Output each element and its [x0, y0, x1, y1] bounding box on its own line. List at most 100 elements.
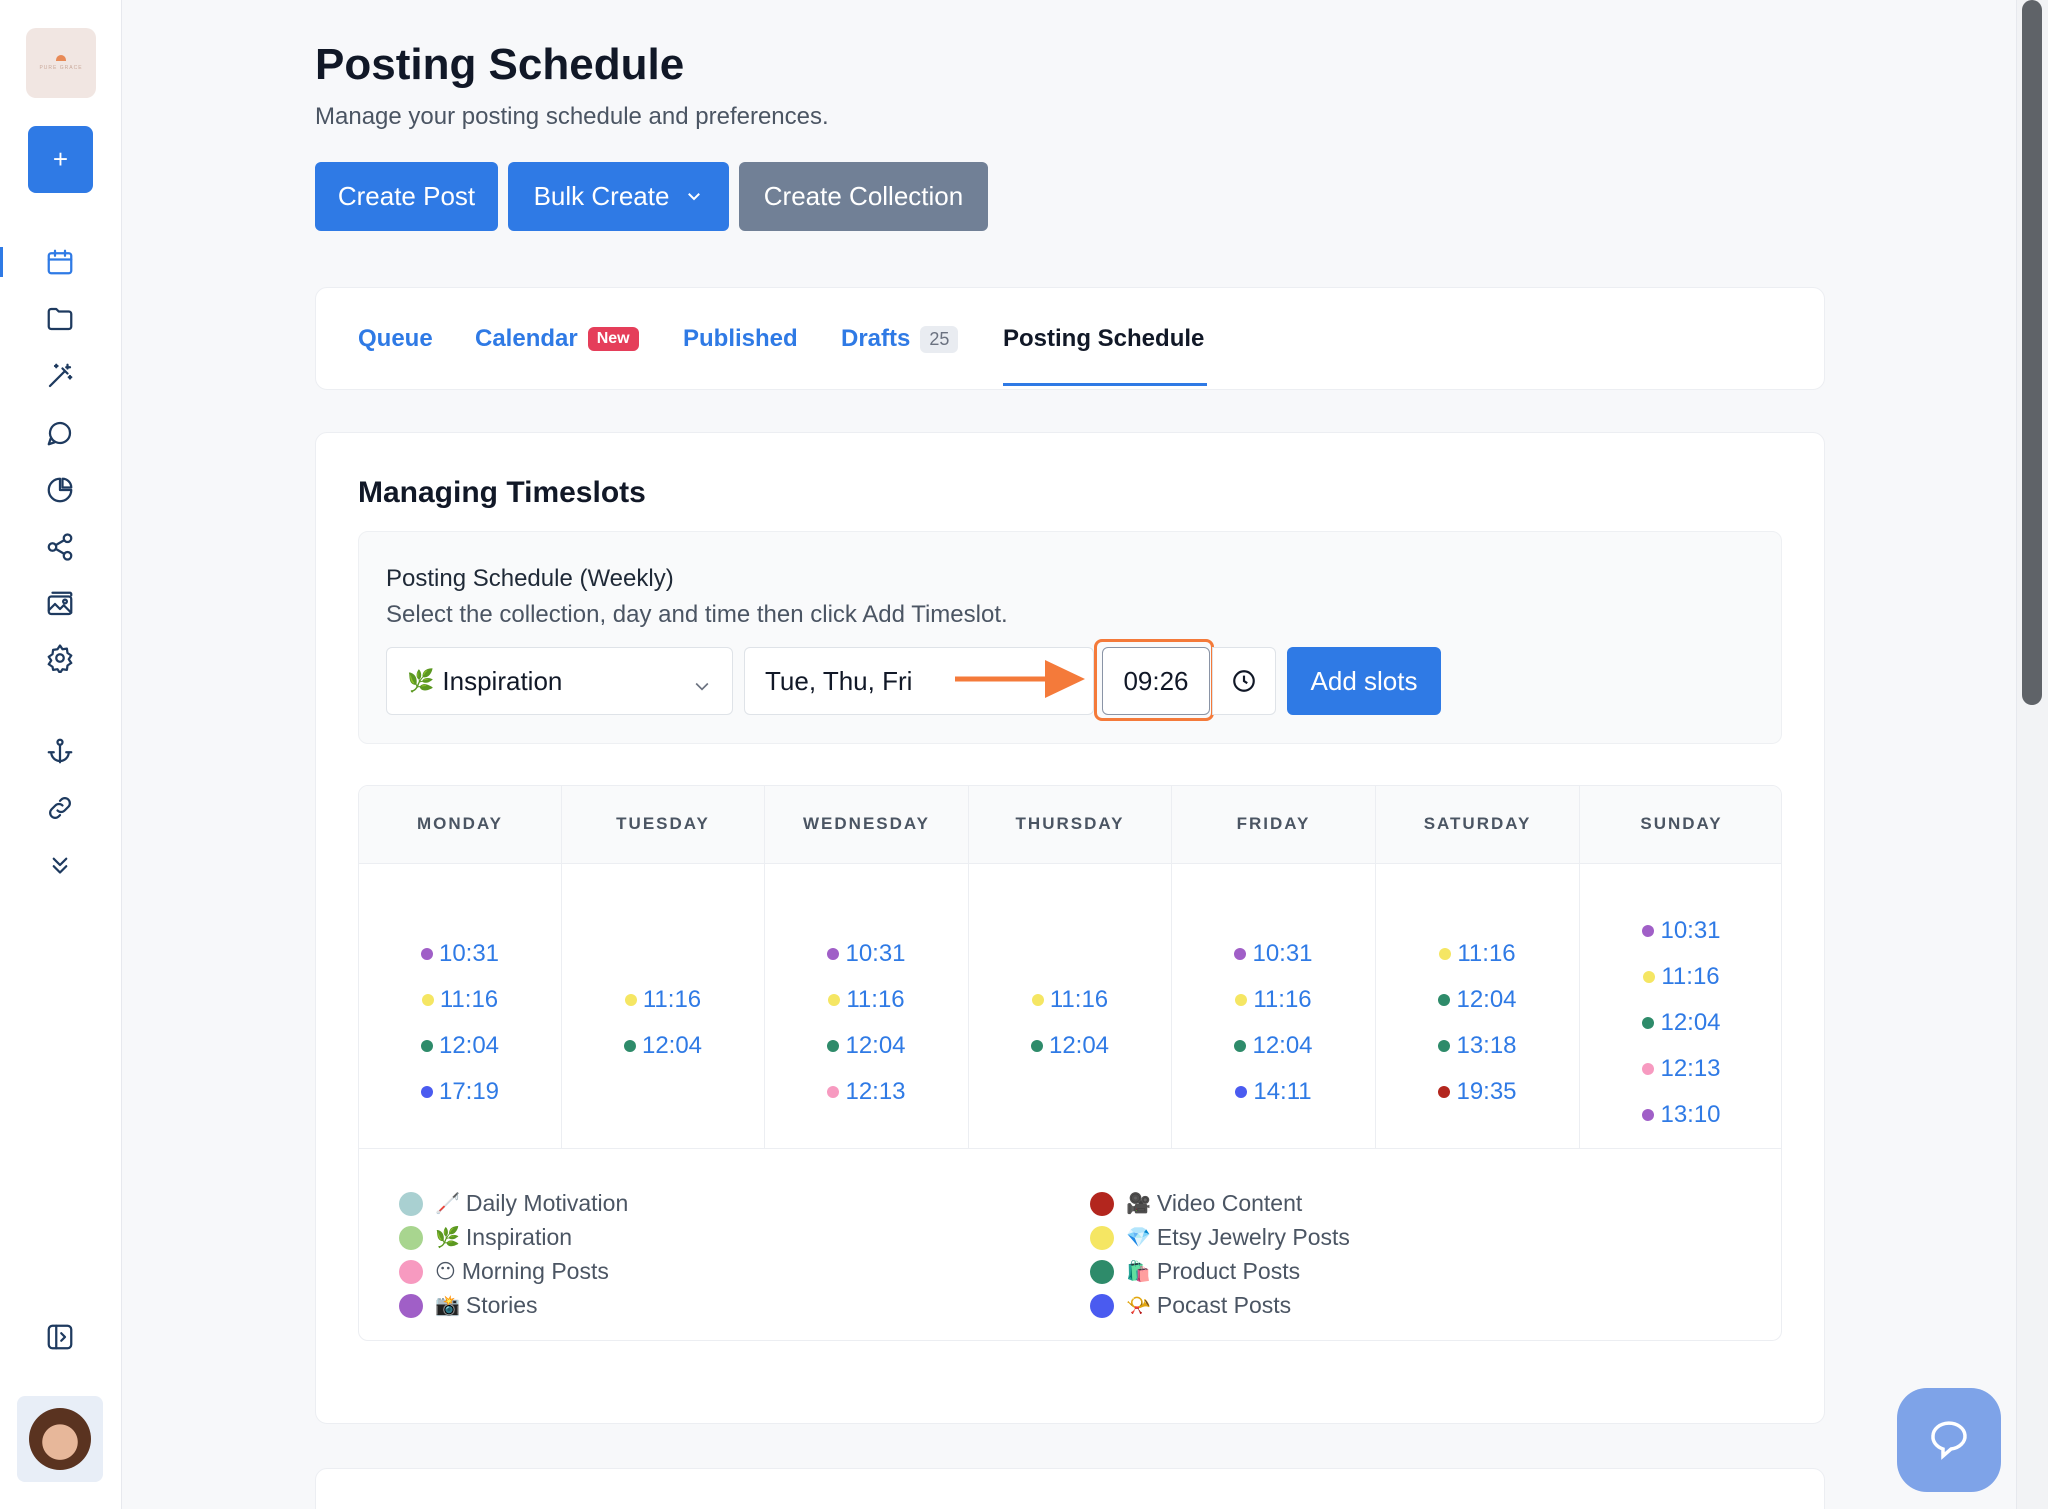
- day-header: THURSDAY: [1015, 814, 1125, 833]
- timeslot[interactable]: 12:04: [969, 1032, 1171, 1060]
- collection-color-dot: [1030, 1040, 1043, 1052]
- timeslot[interactable]: 12:04: [359, 1032, 561, 1060]
- brand-logo[interactable]: PURE GRACE: [26, 28, 96, 98]
- timeslot[interactable]: 17:19: [359, 1078, 561, 1106]
- timeslot[interactable]: 12:04: [562, 1032, 764, 1060]
- timeslot[interactable]: 11:16: [359, 986, 561, 1014]
- tab-published[interactable]: Published: [683, 325, 798, 353]
- collection-color-dot: [1031, 994, 1044, 1006]
- arrow-annotation-icon: [955, 660, 1085, 698]
- timeslot-time: 12:04: [1660, 1009, 1721, 1036]
- tab-posting-schedule[interactable]: Posting Schedule: [1003, 325, 1204, 353]
- chat-icon[interactable]: [40, 413, 80, 453]
- legend-color-dot: [399, 1293, 423, 1318]
- legend-label: Morning Posts: [461, 1258, 609, 1284]
- collection-color-dot: [1438, 1086, 1451, 1098]
- legend-color-dot: [1090, 1225, 1114, 1250]
- media-library-icon[interactable]: [40, 584, 80, 624]
- timeslot[interactable]: 11:16: [765, 986, 968, 1014]
- time-input[interactable]: 09:26: [1102, 647, 1210, 715]
- timeslot-time: 12:04: [438, 1032, 500, 1059]
- anchor-icon[interactable]: [40, 731, 80, 771]
- user-avatar[interactable]: [17, 1396, 103, 1482]
- day-column-tuesday: TUESDAY 11:16 12:04: [562, 786, 765, 1148]
- add-slots-button[interactable]: Add slots: [1287, 647, 1441, 715]
- legend-label: Video Content: [1156, 1190, 1303, 1216]
- collection-color-dot: [1235, 1086, 1248, 1098]
- timeslot[interactable]: 14:11: [1172, 1078, 1375, 1106]
- timeslot-time: 11:16: [439, 986, 499, 1013]
- timeslot[interactable]: 11:16: [1376, 940, 1579, 968]
- chevron-down-icon: [692, 672, 712, 703]
- timeslot-time: 12:04: [1456, 986, 1517, 1013]
- legend-item: 😶 Morning Posts: [399, 1258, 609, 1285]
- tab-queue[interactable]: Queue: [358, 325, 433, 353]
- timeslot-time: 13:10: [1660, 1101, 1721, 1128]
- new-post-button[interactable]: +: [28, 126, 93, 193]
- new-badge: New: [587, 327, 639, 351]
- timeslot[interactable]: 12:13: [1580, 1055, 1781, 1083]
- magic-wand-icon[interactable]: [40, 356, 80, 396]
- timeslot[interactable]: 19:35: [1376, 1078, 1579, 1106]
- timeslot[interactable]: 12:04: [1172, 1032, 1375, 1060]
- next-card: [315, 1468, 1825, 1509]
- legend-label: Daily Motivation: [465, 1190, 629, 1216]
- timeslot[interactable]: 13:18: [1376, 1032, 1579, 1060]
- analytics-pie-icon[interactable]: [40, 470, 80, 510]
- double-chevron-down-icon[interactable]: [40, 845, 80, 885]
- timeslot[interactable]: 10:31: [1172, 940, 1375, 968]
- scrollbar-thumb[interactable]: [2022, 0, 2042, 705]
- clock-icon[interactable]: [1212, 647, 1276, 715]
- legend-item: 🦯 Daily Motivation: [399, 1190, 628, 1217]
- timeslot[interactable]: 11:16: [1580, 963, 1781, 991]
- settings-gear-icon[interactable]: [40, 638, 80, 678]
- tab-calendar[interactable]: Calendar New: [475, 325, 639, 353]
- timeslot[interactable]: 13:10: [1580, 1101, 1781, 1129]
- share-icon[interactable]: [40, 527, 80, 567]
- timeslot-time: 11:16: [1457, 940, 1516, 967]
- folder-icon[interactable]: [40, 299, 80, 339]
- timeslot[interactable]: 10:31: [359, 940, 561, 968]
- legend-label: Pocast Posts: [1156, 1292, 1292, 1318]
- day-column-thursday: THURSDAY 11:16 12:04: [969, 786, 1172, 1148]
- timeslot-time: 12:04: [641, 1032, 703, 1059]
- support-chat-button[interactable]: [1897, 1388, 2001, 1492]
- collection-color-dot: [1642, 1063, 1655, 1075]
- bulk-create-button[interactable]: Bulk Create: [508, 162, 729, 231]
- timeslot[interactable]: 11:16: [1172, 986, 1375, 1014]
- collection-color-dot: [623, 1040, 636, 1052]
- timeslot[interactable]: 10:31: [1580, 917, 1781, 945]
- collection-color-dot: [1439, 948, 1452, 960]
- timeslot-time: 11:16: [642, 986, 702, 1013]
- create-collection-button[interactable]: Create Collection: [739, 162, 988, 231]
- day-header: WEDNESDAY: [803, 814, 930, 833]
- collection-color-dot: [1234, 1040, 1247, 1052]
- timeslot[interactable]: 11:16: [562, 986, 764, 1014]
- legend-item: 🛍️ Product Posts: [1090, 1258, 1300, 1285]
- collection-color-dot: [1642, 925, 1655, 937]
- section-title: Managing Timeslots: [358, 476, 646, 509]
- calendar-icon[interactable]: [40, 242, 80, 282]
- timeslot[interactable]: 10:31: [765, 940, 968, 968]
- collapse-sidebar-icon[interactable]: [40, 1317, 80, 1357]
- collection-color-dot: [827, 1086, 840, 1098]
- link-icon[interactable]: [40, 788, 80, 828]
- tab-drafts[interactable]: Drafts 25: [841, 325, 959, 353]
- timeslot-time: 11:16: [1253, 986, 1312, 1013]
- timeslot[interactable]: 12:13: [765, 1078, 968, 1106]
- legend-color-dot: [399, 1191, 423, 1216]
- timeslot[interactable]: 12:04: [1580, 1009, 1781, 1037]
- timeslot[interactable]: 12:04: [1376, 986, 1579, 1014]
- legend-emoji-icon: 🛍️: [1126, 1261, 1151, 1283]
- create-post-button[interactable]: Create Post: [315, 162, 498, 231]
- timeslot[interactable]: 12:04: [765, 1032, 968, 1060]
- form-help-text: Select the collection, day and time then…: [386, 601, 1008, 628]
- collection-select[interactable]: 🌿 Inspiration: [386, 647, 733, 715]
- timeslot[interactable]: 11:16: [969, 986, 1171, 1014]
- collection-color-dot: [420, 1040, 433, 1052]
- collection-color-dot: [827, 948, 840, 960]
- page-title: Posting Schedule: [315, 40, 685, 89]
- timeslot-time: 12:04: [1252, 1032, 1313, 1059]
- legend-emoji-icon: 📯: [1126, 1295, 1151, 1317]
- legend-emoji-icon: 🌿: [435, 1227, 460, 1249]
